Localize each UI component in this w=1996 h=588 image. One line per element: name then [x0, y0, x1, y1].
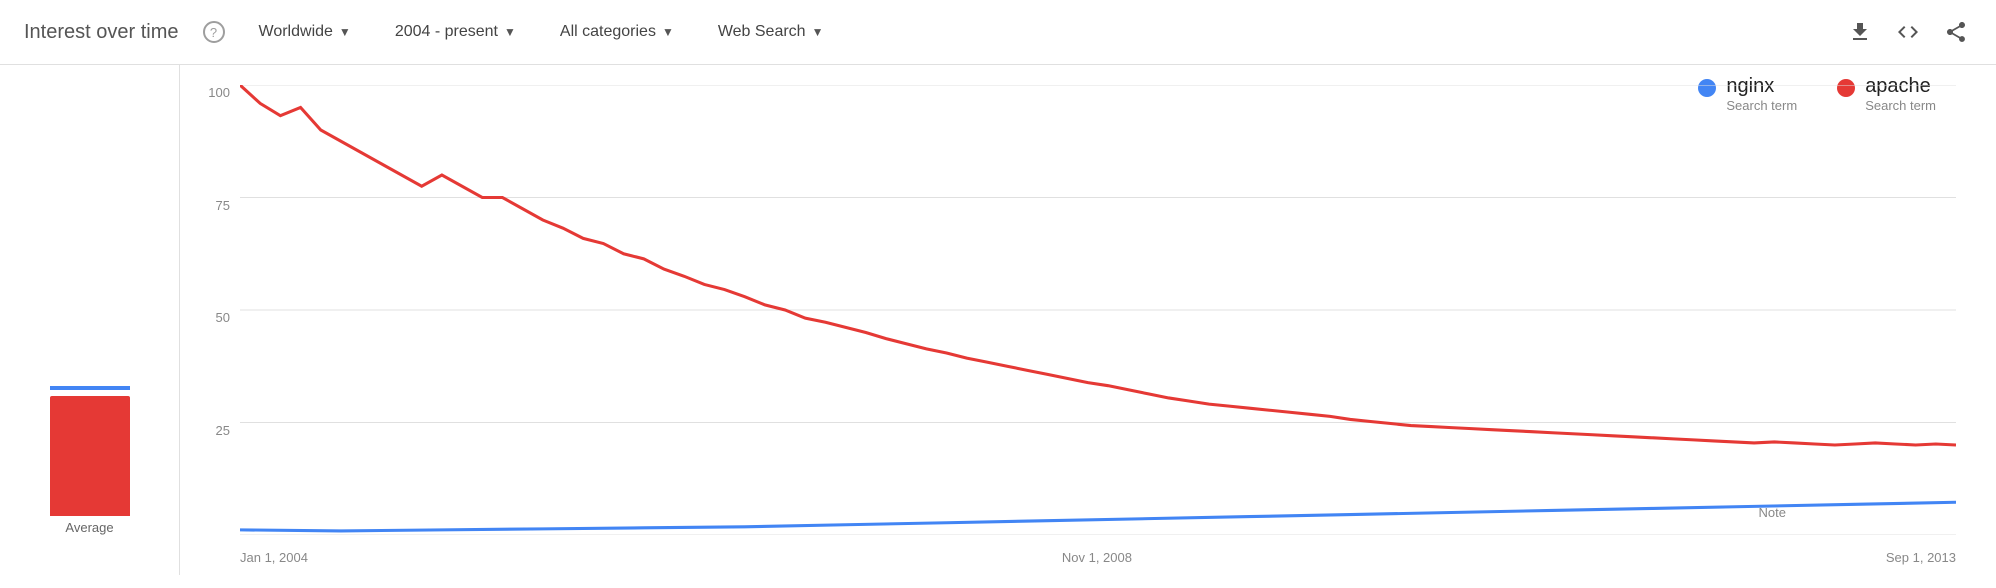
header-actions	[1844, 16, 1972, 48]
chevron-down-icon: ▼	[504, 25, 516, 39]
header: Interest over time ? Worldwide ▼ 2004 - …	[0, 0, 1996, 65]
category-dropdown[interactable]: All categories ▼	[550, 17, 684, 47]
y-label-25: 25	[190, 423, 230, 438]
page-title: Interest over time	[24, 21, 179, 44]
average-bar-wrapper: Average	[50, 386, 130, 535]
region-dropdown[interactable]: Worldwide ▼	[249, 17, 361, 47]
chart-sidebar: Average	[0, 65, 180, 575]
x-label-2004: Jan 1, 2004	[240, 550, 308, 565]
search-type-dropdown[interactable]: Web Search ▼	[708, 17, 834, 47]
main-chart: nginx Search term apache Search term 100…	[180, 65, 1996, 575]
x-label-2013: Sep 1, 2013	[1886, 550, 1956, 565]
x-label-2008: Nov 1, 2008	[1062, 550, 1132, 565]
chevron-down-icon: ▼	[662, 25, 674, 39]
trend-chart-svg	[240, 85, 1956, 535]
help-icon[interactable]: ?	[203, 21, 225, 43]
apache-avg-bar	[50, 396, 130, 516]
note-label: Note	[1759, 505, 1786, 520]
chevron-down-icon: ▼	[339, 25, 351, 39]
time-dropdown[interactable]: 2004 - present ▼	[385, 17, 526, 47]
apache-line	[240, 85, 1956, 445]
embed-button[interactable]	[1892, 16, 1924, 48]
y-label-75: 75	[190, 198, 230, 213]
average-label: Average	[65, 520, 113, 535]
nginx-avg-line	[50, 386, 130, 390]
chevron-down-icon: ▼	[812, 25, 824, 39]
x-axis: Jan 1, 2004 Nov 1, 2008 Sep 1, 2013	[240, 550, 1956, 565]
y-label-50: 50	[190, 310, 230, 325]
chart-container: Average nginx Search term apache Search …	[0, 65, 1996, 575]
y-axis: 100 75 50 25	[190, 85, 230, 535]
share-button[interactable]	[1940, 16, 1972, 48]
nginx-line	[240, 502, 1956, 531]
download-button[interactable]	[1844, 16, 1876, 48]
y-label-100: 100	[190, 85, 230, 100]
